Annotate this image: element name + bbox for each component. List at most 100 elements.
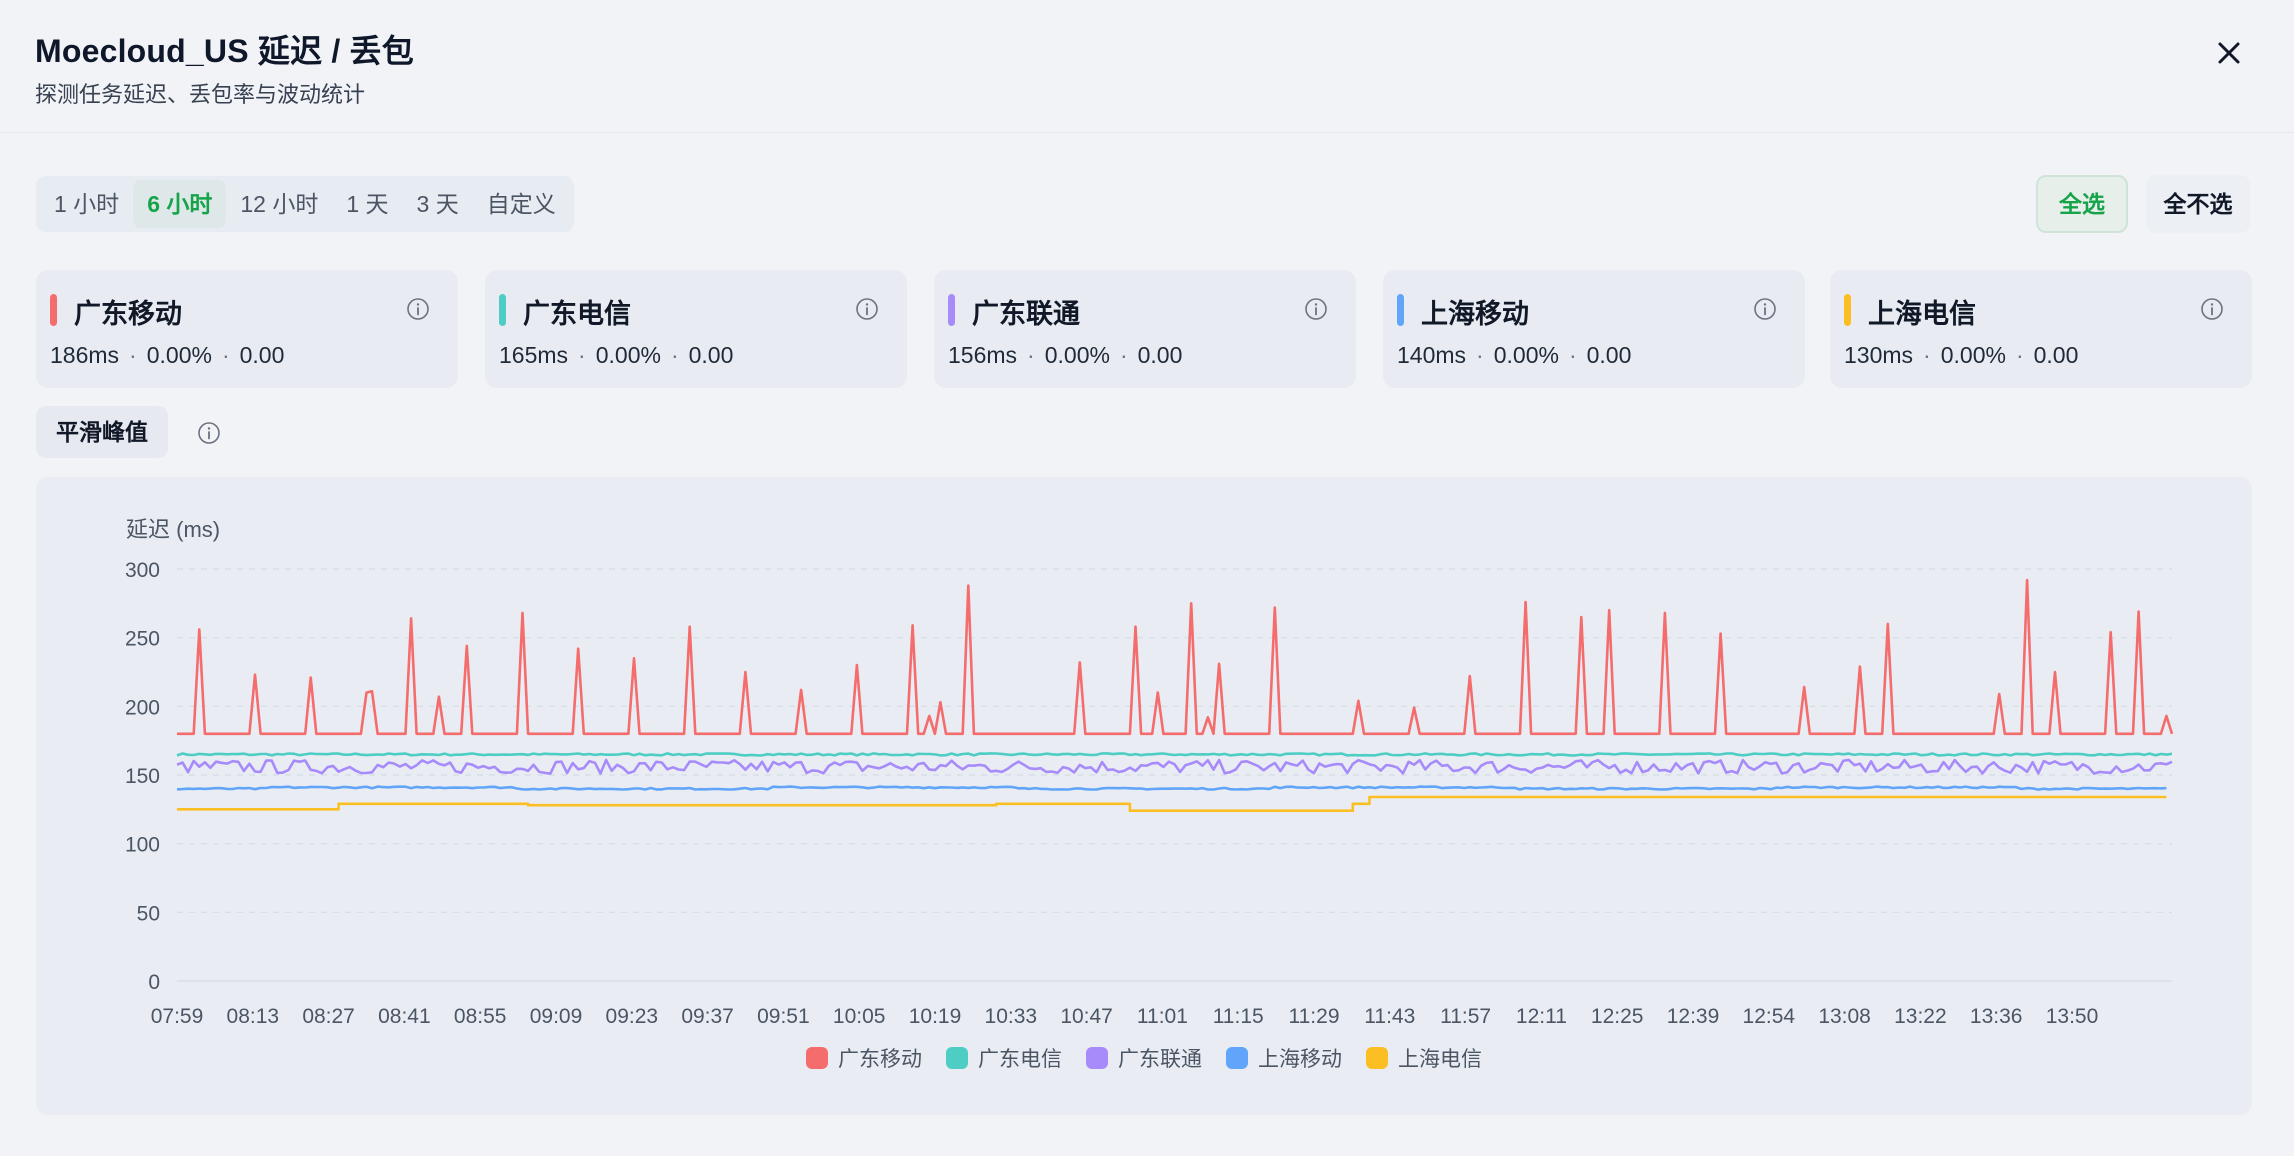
probe-stats: 130ms · 0.00% · 0.00 (1844, 342, 2079, 368)
y-tick-label: 0 (148, 971, 160, 994)
legend-swatch (1226, 1047, 1248, 1069)
legend-label: 广东电信 (978, 1048, 1062, 1071)
x-tick-label: 11:01 (1137, 1005, 1188, 1028)
jitter-value: 0.00 (239, 342, 285, 368)
legend-label: 广东联通 (1118, 1048, 1202, 1071)
loss-value: 0.00% (1044, 342, 1110, 368)
series-line-1 (176, 752, 2173, 757)
range-1h[interactable]: 1 小时 (40, 180, 133, 228)
legend-item[interactable]: 上海移动 (1226, 1043, 1342, 1073)
probe-name: 上海电信 (1868, 299, 1976, 329)
loss-value: 0.00% (146, 342, 212, 368)
probe-card-sh-mobile[interactable]: 上海移动 140ms · 0.00% · 0.00 (1383, 270, 1805, 388)
select-none-button[interactable]: 全不选 (2146, 175, 2250, 233)
x-tick-label: 08:41 (378, 1005, 431, 1028)
x-tick-label: 11:15 (1213, 1005, 1264, 1028)
x-tick-label: 11:57 (1440, 1005, 1491, 1028)
legend-swatch (806, 1047, 828, 1069)
probe-card-gd-unicom[interactable]: 广东联通 156ms · 0.00% · 0.00 (934, 270, 1356, 388)
close-button[interactable] (2212, 36, 2246, 70)
y-tick-label: 100 (125, 834, 160, 857)
latency-value: 186ms (50, 342, 120, 368)
probe-stats: 156ms · 0.00% · 0.00 (948, 342, 1183, 368)
latency-value: 165ms (499, 342, 569, 368)
x-tick-label: 08:27 (302, 1005, 355, 1028)
probe-card-sh-telecom[interactable]: 上海电信 130ms · 0.00% · 0.00 (1830, 270, 2252, 388)
range-custom[interactable]: 自定义 (473, 180, 570, 228)
legend-label: 上海电信 (1398, 1048, 1482, 1071)
series-line-3 (176, 785, 2167, 791)
select-all-button[interactable]: 全选 (2036, 175, 2128, 233)
latency-value: 140ms (1397, 342, 1467, 368)
range-3d[interactable]: 3 天 (403, 180, 473, 228)
series-color-bar (1844, 294, 1851, 326)
jitter-value: 0.00 (688, 342, 734, 368)
x-tick-label: 10:05 (833, 1005, 886, 1028)
x-tick-label: 13:22 (1894, 1005, 1947, 1028)
info-icon[interactable] (855, 297, 879, 321)
x-tick-label: 12:54 (1743, 1005, 1796, 1028)
info-icon[interactable] (1753, 297, 1777, 321)
range-6h[interactable]: 6 小时 (133, 180, 227, 228)
probe-card-gd-mobile[interactable]: 广东移动 186ms · 0.00% · 0.00 (36, 270, 458, 388)
loss-value: 0.00% (1493, 342, 1559, 368)
loss-value: 0.00% (1940, 342, 2006, 368)
legend-item[interactable]: 上海电信 (1366, 1043, 1482, 1073)
latency-value: 130ms (1844, 342, 1914, 368)
range-1d[interactable]: 1 天 (332, 180, 402, 228)
legend-swatch (1086, 1047, 1108, 1069)
modal-header: Moecloud_US 延迟 / 丢包 探测任务延迟、丢包率与波动统计 (0, 0, 2294, 133)
series-color-bar (948, 294, 955, 326)
x-tick-label: 11:29 (1289, 1005, 1340, 1028)
x-tick-label: 09:09 (530, 1005, 583, 1028)
range-12h[interactable]: 12 小时 (226, 180, 332, 228)
smooth-peak-toggle[interactable]: 平滑峰值 (36, 406, 168, 458)
chart-legend: 广东移动 广东电信 广东联通 上海移动 上海电信 (36, 1043, 2252, 1073)
latency-chart-canvas: 0 50 100 150 200 250 300 07:59 08:13 08:27 08:41 08… (125, 559, 2174, 1028)
info-icon[interactable] (197, 421, 221, 445)
x-tick-label: 13:08 (1818, 1005, 1871, 1028)
probe-stats: 165ms · 0.00% · 0.00 (499, 342, 734, 368)
info-icon[interactable] (2200, 297, 2224, 321)
x-tick-label: 09:23 (606, 1005, 659, 1028)
probe-name: 广东电信 (523, 299, 631, 329)
loss-value: 0.00% (595, 342, 661, 368)
x-tick-label: 08:13 (227, 1005, 280, 1028)
x-tick-label: 12:11 (1516, 1005, 1567, 1028)
legend-swatch (1366, 1047, 1388, 1069)
legend-item[interactable]: 广东电信 (946, 1043, 1062, 1073)
probe-stats: 140ms · 0.00% · 0.00 (1397, 342, 1632, 368)
jitter-value: 0.00 (1137, 342, 1183, 368)
x-tick-label: 09:51 (757, 1005, 810, 1028)
close-icon (2218, 42, 2240, 64)
series-color-bar (50, 294, 57, 326)
legend-item[interactable]: 广东移动 (806, 1043, 922, 1073)
x-tick-label: 09:37 (681, 1005, 734, 1028)
series-line-2 (176, 758, 2173, 775)
x-tick-label: 07:59 (151, 1005, 204, 1028)
y-tick-label: 150 (125, 765, 160, 788)
probe-name: 广东联通 (972, 299, 1080, 329)
x-tick-label: 10:19 (909, 1005, 962, 1028)
series-color-bar (1397, 294, 1404, 326)
y-tick-label: 200 (125, 696, 160, 719)
x-tick-label: 10:47 (1060, 1005, 1113, 1028)
latency-chart: 延迟 (ms) 0 50 100 150 200 250 300 07:59 08:13 08:2… (36, 477, 2252, 1115)
x-tick-label: 11:43 (1364, 1005, 1415, 1028)
x-tick-label: 08:55 (454, 1005, 507, 1028)
probe-card-gd-telecom[interactable]: 广东电信 165ms · 0.00% · 0.00 (485, 270, 907, 388)
jitter-value: 0.00 (1586, 342, 1632, 368)
x-tick-label: 13:50 (2046, 1005, 2099, 1028)
series-line-0 (177, 578, 2174, 736)
probe-stats: 186ms · 0.00% · 0.00 (50, 342, 285, 368)
latency-value: 156ms (948, 342, 1018, 368)
series-line-4 (177, 795, 2167, 812)
legend-label: 上海移动 (1258, 1048, 1342, 1071)
probe-cards: 广东移动 186ms · 0.00% · 0.00 广东电信 165ms · 0.00% · 0… (36, 270, 2252, 388)
info-icon[interactable] (406, 297, 430, 321)
legend-item[interactable]: 广东联通 (1086, 1043, 1202, 1073)
time-range-selector: 1 小时 6 小时 12 小时 1 天 3 天 自定义 (36, 176, 574, 232)
info-icon[interactable] (1304, 297, 1328, 321)
probe-name: 广东移动 (74, 299, 182, 329)
y-tick-label: 300 (125, 559, 160, 582)
